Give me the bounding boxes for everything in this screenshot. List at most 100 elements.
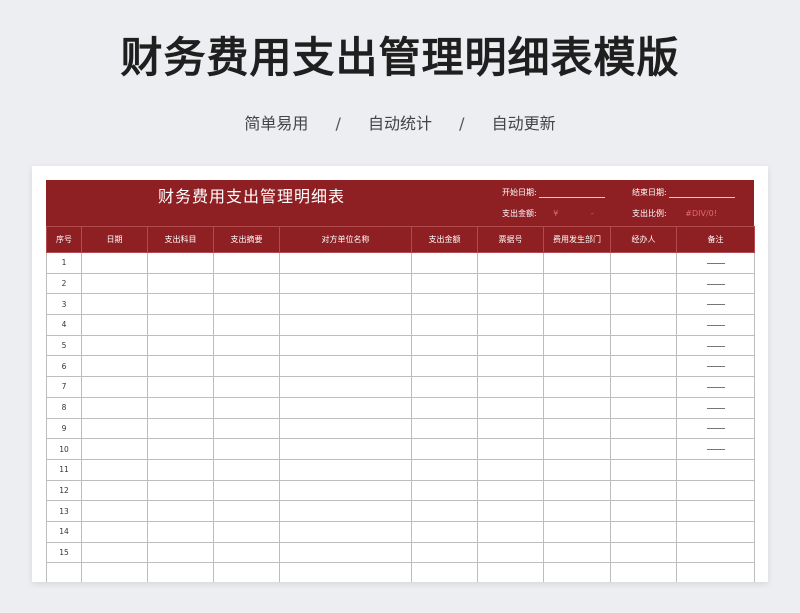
table-cell[interactable] (610, 355, 677, 378)
table-cell[interactable] (477, 396, 544, 419)
table-cell[interactable] (411, 252, 478, 274)
table-cell[interactable] (610, 334, 677, 357)
table-cell[interactable] (543, 438, 611, 460)
table-cell[interactable] (147, 520, 214, 543)
table-cell[interactable] (610, 562, 677, 582)
table-cell[interactable] (279, 417, 412, 440)
table-cell[interactable] (147, 376, 214, 398)
table-cell[interactable] (543, 314, 611, 336)
table-cell[interactable] (543, 417, 611, 440)
table-cell[interactable] (279, 520, 412, 543)
table-cell[interactable] (213, 479, 280, 502)
table-cell[interactable] (279, 355, 412, 378)
note-cell[interactable] (676, 376, 755, 398)
table-cell[interactable] (610, 500, 677, 522)
table-cell[interactable] (477, 417, 544, 440)
table-cell[interactable] (411, 458, 478, 481)
table-cell[interactable] (477, 252, 544, 274)
table-cell[interactable] (213, 438, 280, 460)
table-cell[interactable] (81, 272, 148, 295)
note-cell[interactable] (676, 500, 755, 522)
table-cell[interactable] (81, 500, 148, 522)
note-cell[interactable] (676, 355, 755, 378)
table-cell[interactable] (279, 252, 412, 274)
table-cell[interactable] (213, 314, 280, 336)
table-cell[interactable] (610, 293, 677, 316)
table-cell[interactable] (543, 272, 611, 295)
table-cell[interactable] (81, 334, 148, 357)
table-cell[interactable] (543, 252, 611, 274)
start-date-input[interactable] (538, 187, 605, 198)
note-cell[interactable] (676, 272, 755, 295)
table-cell[interactable] (147, 396, 214, 419)
table-cell[interactable] (147, 479, 214, 502)
table-cell[interactable] (81, 520, 148, 543)
table-cell[interactable] (543, 334, 611, 357)
note-cell[interactable] (676, 396, 755, 419)
table-cell[interactable] (147, 355, 214, 378)
table-cell[interactable] (411, 396, 478, 419)
table-cell[interactable] (81, 562, 148, 582)
table-cell[interactable] (477, 334, 544, 357)
table-cell[interactable] (477, 458, 544, 481)
table-cell[interactable] (279, 272, 412, 295)
table-cell[interactable] (81, 396, 148, 419)
table-cell[interactable] (147, 314, 214, 336)
table-cell[interactable] (81, 376, 148, 398)
note-cell[interactable] (676, 314, 755, 336)
table-cell[interactable] (147, 293, 214, 316)
table-cell[interactable] (213, 562, 280, 582)
table-cell[interactable] (147, 252, 214, 274)
note-cell[interactable] (676, 479, 755, 502)
note-cell[interactable] (676, 541, 755, 564)
table-cell[interactable] (147, 272, 214, 295)
table-cell[interactable] (147, 562, 214, 582)
table-cell[interactable] (543, 458, 611, 481)
note-cell[interactable] (676, 562, 755, 582)
note-cell[interactable] (676, 252, 755, 274)
table-cell[interactable] (81, 458, 148, 481)
table-cell[interactable] (477, 272, 544, 295)
table-cell[interactable] (610, 376, 677, 398)
table-cell[interactable] (610, 438, 677, 460)
table-cell[interactable] (543, 562, 611, 582)
note-cell[interactable] (676, 520, 755, 543)
table-cell[interactable] (279, 438, 412, 460)
note-cell[interactable] (676, 458, 755, 481)
table-cell[interactable] (610, 458, 677, 481)
table-cell[interactable] (543, 479, 611, 502)
table-cell[interactable] (411, 562, 478, 582)
table-cell[interactable] (543, 396, 611, 419)
table-cell[interactable] (543, 293, 611, 316)
table-cell[interactable] (411, 272, 478, 295)
table-cell[interactable] (147, 458, 214, 481)
table-cell[interactable] (411, 520, 478, 543)
table-cell[interactable] (411, 417, 478, 440)
table-cell[interactable] (610, 252, 677, 274)
table-cell[interactable] (81, 479, 148, 502)
table-cell[interactable] (610, 520, 677, 543)
table-cell[interactable] (279, 314, 412, 336)
note-cell[interactable] (676, 293, 755, 316)
table-cell[interactable] (213, 334, 280, 357)
table-cell[interactable] (610, 314, 677, 336)
table-cell[interactable] (411, 293, 478, 316)
table-cell[interactable] (477, 520, 544, 543)
table-cell[interactable] (477, 376, 544, 398)
table-cell[interactable] (213, 252, 280, 274)
table-cell[interactable] (213, 396, 280, 419)
table-cell[interactable] (477, 355, 544, 378)
table-cell[interactable] (81, 314, 148, 336)
table-cell[interactable] (411, 355, 478, 378)
table-cell[interactable] (213, 417, 280, 440)
table-cell[interactable] (543, 376, 611, 398)
table-cell[interactable] (279, 458, 412, 481)
table-cell[interactable] (411, 541, 478, 564)
table-cell[interactable] (543, 355, 611, 378)
table-cell[interactable] (147, 541, 214, 564)
end-date-input[interactable] (668, 187, 735, 198)
table-cell[interactable] (411, 314, 478, 336)
table-cell[interactable] (81, 417, 148, 440)
table-cell[interactable] (610, 272, 677, 295)
table-cell[interactable] (81, 438, 148, 460)
